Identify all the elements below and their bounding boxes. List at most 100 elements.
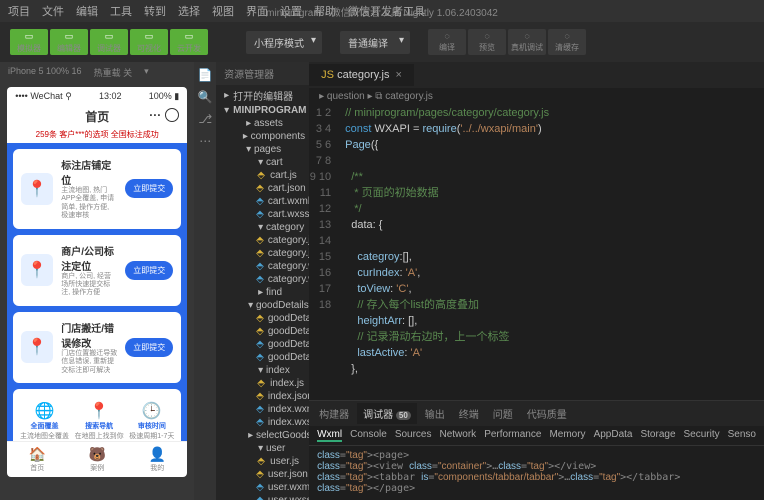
feature-item: 🌐全面覆盖主流地图全覆盖	[20, 401, 69, 441]
tb-模拟器[interactable]: ▭模拟器	[10, 29, 48, 55]
tb-可视化[interactable]: ▭可视化	[130, 29, 168, 55]
dbg-tab-Wxml[interactable]: Wxml	[317, 429, 342, 442]
tree-item[interactable]: ⬘goodDetails.json	[216, 325, 309, 338]
tree-item[interactable]: ▾ category	[216, 221, 309, 234]
code-editor[interactable]: 1 2 3 4 5 6 7 8 9 10 11 12 13 14 15 16 1…	[309, 105, 764, 400]
tb-编译[interactable]: ◌编译	[428, 29, 466, 55]
menu-转到[interactable]: 转到	[144, 3, 166, 19]
service-card[interactable]: 📍标注店铺定位主流地图, 热门APP全覆盖, 申请简单, 操作方便, 极速审核立…	[13, 149, 181, 229]
tree-item[interactable]: ▸ assets	[216, 117, 309, 130]
menubar: 项目文件编辑工具转到选择视图界面设置帮助微信开发者工具 miniprogram …	[0, 0, 764, 22]
explorer-icon: 📄	[198, 68, 213, 82]
compile-dropdown[interactable]: 普通编译	[340, 31, 410, 54]
tree-item[interactable]: ▾ cart	[216, 156, 309, 169]
dbg-tab-Storage[interactable]: Storage	[640, 429, 675, 442]
submit-button[interactable]: 立即提交	[125, 338, 173, 357]
tree-item[interactable]: ⬘category.wxml	[216, 260, 309, 273]
menu-界面[interactable]: 界面	[246, 3, 268, 19]
tree-item[interactable]: ⬘goodDetails.js	[216, 312, 309, 325]
menu-项目[interactable]: 项目	[8, 3, 30, 19]
service-card[interactable]: 📍门店搬迁/错误修改门店位置搬迁导致信息错误, 重新提交标注即可解决立即提交	[13, 312, 181, 383]
tree-item[interactable]: ⬘goodDetails.wxml	[216, 338, 309, 351]
tree-item[interactable]: ⬘user.js	[216, 455, 309, 468]
tree-item[interactable]: ⬘index.json	[216, 390, 309, 403]
sidebar-icons[interactable]: 📄🔍⎇⋯	[194, 62, 216, 500]
tb-预览[interactable]: ◌预览	[468, 29, 506, 55]
submit-button[interactable]: 立即提交	[125, 261, 173, 280]
dbg-tab-Senso[interactable]: Senso	[728, 429, 756, 442]
sim-status-bar: •••• WeChat ⚲ 13:02 100% ▮	[7, 87, 187, 106]
tree-item[interactable]: ▾ user	[216, 442, 309, 455]
menu-文件[interactable]: 文件	[42, 3, 64, 19]
dbg-tab-Performance[interactable]: Performance	[484, 429, 541, 442]
card-icon: 📍	[21, 331, 53, 363]
debugger-panel[interactable]: 构建器调试器 50输出终端问题代码质量 Wxml Console Sources Ne…	[309, 400, 764, 500]
dbg-top-构建器[interactable]: 构建器	[313, 403, 355, 424]
dbg-top-终端[interactable]: 终端	[453, 403, 485, 424]
sim-notice: 259条 客户***的选项 全国标注成功	[7, 129, 187, 143]
dbg-top-输出[interactable]: 输出	[419, 403, 451, 424]
window-title: miniprogram - 微信开发者工具 Nightly 1.06.24030…	[266, 4, 498, 19]
tree-item[interactable]: ⬘user.json	[216, 468, 309, 481]
more-icon: ⋯	[199, 134, 211, 148]
feature-item: 📍搜索导航在地图上找到你	[75, 401, 124, 441]
open-editors[interactable]: ▸ 打开的编辑器	[216, 87, 309, 104]
dbg-tab-Memory[interactable]: Memory	[549, 429, 585, 442]
service-card[interactable]: 📍商户/公司标注定位商户, 公司, 经营场所快速提交标注, 操作方便立即提交	[13, 235, 181, 306]
tree-item[interactable]: ⬘category.wxss	[216, 273, 309, 286]
tb-真机调试[interactable]: ◌真机调试	[508, 29, 546, 55]
menu-选择[interactable]: 选择	[178, 3, 200, 19]
card-icon: 📍	[21, 173, 53, 205]
tree-item[interactable]: ▸ components	[216, 130, 309, 143]
submit-button[interactable]: 立即提交	[125, 179, 173, 198]
tree-item[interactable]: ⬘index.js	[216, 377, 309, 390]
dbg-top-调试器[interactable]: 调试器 50	[357, 403, 417, 424]
tb-调试器[interactable]: ▭调试器	[90, 29, 128, 55]
mode-dropdown[interactable]: 小程序模式	[246, 31, 322, 54]
tree-item[interactable]: ⬘cart.wxss	[216, 208, 309, 221]
tree-item[interactable]: ⬘index.wxss	[216, 416, 309, 429]
file-explorer[interactable]: 资源管理器 ▸ 打开的编辑器 ▾ MINIPROGRAM ▸ assets▸ c…	[216, 62, 309, 500]
tree-item[interactable]: ▾ pages	[216, 143, 309, 156]
editor-pane: JScategory.js× ▸ question ▸ ⧉ category.j…	[309, 62, 764, 500]
card-icon: 📍	[21, 254, 53, 286]
sim-nav-title: 首页 ···	[7, 106, 187, 129]
tree-item[interactable]: ⬘cart.json	[216, 182, 309, 195]
tree-item[interactable]: ▾ goodDetails	[216, 299, 309, 312]
editor-tab[interactable]: JScategory.js×	[309, 64, 414, 86]
tb-云开发[interactable]: ▭云开发	[170, 29, 208, 55]
dbg-top-问题[interactable]: 问题	[487, 403, 519, 424]
tb-编辑器[interactable]: ▭编辑器	[50, 29, 88, 55]
branch-icon: ⎇	[198, 112, 212, 126]
close-icon[interactable]: ×	[395, 69, 401, 81]
menu-工具[interactable]: 工具	[110, 3, 132, 19]
tree-item[interactable]: ⬘index.wxml	[216, 403, 309, 416]
root-folder[interactable]: ▾ MINIPROGRAM	[216, 104, 309, 117]
tb-清缓存[interactable]: ◌清缓存	[548, 29, 586, 55]
dbg-tab-Sources[interactable]: Sources	[395, 429, 432, 442]
tree-item[interactable]: ▸ find	[216, 286, 309, 299]
dbg-top-代码质量[interactable]: 代码质量	[521, 403, 573, 424]
tree-item[interactable]: ▸ selectGoods	[216, 429, 309, 442]
menu-视图[interactable]: 视图	[212, 3, 234, 19]
tabbar-item[interactable]: 🏠首页	[29, 446, 46, 473]
tabbar-item[interactable]: 🐻案例	[89, 446, 106, 473]
feature-item: 🕒审核时间极速周期1-7天	[129, 401, 174, 441]
simulator[interactable]: •••• WeChat ⚲ 13:02 100% ▮ 首页 ··· 259条 客…	[7, 87, 187, 477]
tabbar-item[interactable]: 👤我的	[149, 446, 166, 473]
dbg-tab-AppData[interactable]: AppData	[594, 429, 633, 442]
tree-item[interactable]: ⬘cart.wxml	[216, 195, 309, 208]
dbg-tab-Network[interactable]: Network	[440, 429, 477, 442]
device-info: iPhone 5 100% 16热重载 关▾	[0, 62, 194, 83]
tree-item[interactable]: ▾ index	[216, 364, 309, 377]
tree-item[interactable]: ⬘cart.js	[216, 169, 309, 182]
dbg-tab-Security[interactable]: Security	[684, 429, 720, 442]
dbg-tab-Console[interactable]: Console	[350, 429, 387, 442]
tree-item[interactable]: ⬘category.js	[216, 234, 309, 247]
tree-item[interactable]: ⬘category.json	[216, 247, 309, 260]
tree-item[interactable]: ⬘user.wxml	[216, 481, 309, 494]
tree-item[interactable]: ⬘user.wxss	[216, 494, 309, 500]
menu-编辑[interactable]: 编辑	[76, 3, 98, 19]
tree-item[interactable]: ⬘goodDetails.wxss	[216, 351, 309, 364]
breadcrumb[interactable]: ▸ question ▸ ⧉ category.js	[309, 88, 764, 105]
